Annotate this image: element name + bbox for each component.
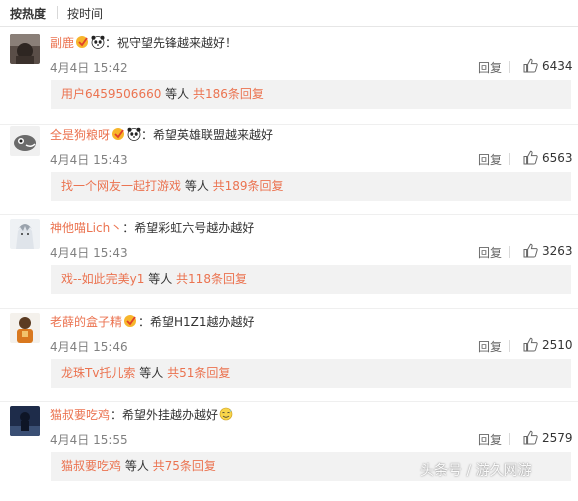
sub-reply-user[interactable]: 找一个网友一起打游戏 bbox=[61, 179, 181, 193]
avatar[interactable] bbox=[10, 34, 40, 64]
comment-username[interactable]: 全是狗粮呀 bbox=[50, 128, 110, 142]
thumbs-up-icon bbox=[523, 243, 538, 258]
reply-button[interactable]: 回复 bbox=[478, 431, 502, 448]
comment-item: 神他喵Lich丶：希望彩虹六号越办越好 4月4日 15:43 回复 3263 戏… bbox=[0, 219, 578, 314]
comment-header: 猫叔要吃鸡：希望外挂越办越好 bbox=[50, 407, 233, 423]
comment-item: 副鹿 ：祝守望先锋越来越好！ 4月4日 15:42 回复 6434 用户64595… bbox=[0, 34, 578, 129]
like-button[interactable]: 6563 bbox=[523, 150, 573, 165]
reply-button[interactable]: 回复 bbox=[478, 338, 502, 355]
comment-text: ：希望英雄联盟越来越好 bbox=[141, 128, 274, 142]
sub-reply-user[interactable]: 戏--如此完美y1 bbox=[61, 272, 144, 286]
sub-replies-box[interactable]: 戏--如此完美y1 等人 共118条回复 bbox=[51, 265, 571, 294]
vip-badge-icon bbox=[76, 35, 90, 49]
sub-reply-count[interactable]: 共186条回复 bbox=[193, 87, 264, 101]
sub-replies-box[interactable]: 龙珠Tv托儿索 等人 共51条回复 bbox=[51, 359, 571, 388]
sub-reply-etc: 等人 bbox=[161, 87, 193, 101]
sub-reply-user[interactable]: 龙珠Tv托儿索 bbox=[61, 366, 135, 380]
like-count: 3263 bbox=[542, 244, 573, 258]
sub-reply-count[interactable]: 共118条回复 bbox=[176, 272, 247, 286]
sub-reply-count[interactable]: 共75条回复 bbox=[153, 459, 216, 473]
action-separator bbox=[509, 246, 510, 258]
comment-divider bbox=[0, 214, 578, 215]
reply-button[interactable]: 回复 bbox=[478, 59, 502, 76]
sub-replies-box[interactable]: 用户6459506660 等人 共186条回复 bbox=[51, 80, 571, 109]
like-count: 6434 bbox=[542, 59, 573, 73]
reply-button[interactable]: 回复 bbox=[478, 151, 502, 168]
comment-item: 老薛的盒子精 ：希望H1Z1越办越好 4月4日 15:46 回复 2510 龙珠T… bbox=[0, 313, 578, 408]
sub-reply-count[interactable]: 共51条回复 bbox=[167, 366, 230, 380]
comment-time: 4月4日 15:43 bbox=[50, 246, 128, 260]
vip-badge-icon bbox=[112, 127, 126, 141]
like-button[interactable]: 2579 bbox=[523, 430, 573, 445]
comment-divider bbox=[0, 401, 578, 402]
comment-header: 神他喵Lich丶：希望彩虹六号越办越好 bbox=[50, 220, 254, 236]
sub-reply-etc: 等人 bbox=[181, 179, 213, 193]
sub-reply-user[interactable]: 猫叔要吃鸡 bbox=[61, 459, 121, 473]
comment-time: 4月4日 15:43 bbox=[50, 153, 128, 167]
like-button[interactable]: 6434 bbox=[523, 58, 573, 73]
avatar[interactable] bbox=[10, 126, 40, 156]
sub-reply-etc: 等人 bbox=[135, 366, 168, 380]
sub-reply-count[interactable]: 共189条回复 bbox=[213, 179, 284, 193]
sort-bar-divider bbox=[0, 26, 578, 27]
comment-text: ：希望彩虹六号越办越好 bbox=[122, 221, 255, 235]
comment-username[interactable]: 猫叔要吃鸡 bbox=[50, 408, 110, 422]
comment-item: 猫叔要吃鸡：希望外挂越办越好 4月4日 15:55 回复 2579 猫叔要吃鸡 … bbox=[0, 406, 578, 501]
panda-icon bbox=[91, 35, 105, 49]
like-count: 6563 bbox=[542, 151, 573, 165]
vip-badge-icon bbox=[124, 314, 138, 328]
sub-reply-etc: 等人 bbox=[121, 459, 153, 473]
sort-by-hot-tab[interactable]: 按热度 bbox=[10, 5, 46, 22]
sub-reply-user[interactable]: 用户6459506660 bbox=[61, 87, 161, 101]
comment-time: 4月4日 15:46 bbox=[50, 340, 128, 354]
comment-divider bbox=[0, 308, 578, 309]
like-count: 2579 bbox=[542, 431, 573, 445]
sub-reply-etc: 等人 bbox=[144, 272, 177, 286]
sub-replies-box[interactable]: 找一个网友一起打游戏 等人 共189条回复 bbox=[51, 172, 571, 201]
avatar[interactable] bbox=[10, 406, 40, 436]
thumbs-up-icon bbox=[523, 150, 538, 165]
sweat-smile-emoji-icon bbox=[219, 407, 233, 421]
panda-icon bbox=[127, 127, 141, 141]
like-button[interactable]: 3263 bbox=[523, 243, 573, 258]
comment-username[interactable]: 神他喵Lich丶 bbox=[50, 221, 122, 235]
like-button[interactable]: 2510 bbox=[523, 337, 573, 352]
watermark: 头条号 / 游久网游 bbox=[420, 463, 532, 479]
action-separator bbox=[509, 153, 510, 165]
comment-divider bbox=[0, 124, 578, 125]
comment-text: ：希望H1Z1越办越好 bbox=[138, 315, 255, 329]
comment-text: ：祝守望先锋越来越好！ bbox=[105, 36, 238, 50]
action-separator bbox=[509, 340, 510, 352]
sort-separator bbox=[57, 6, 58, 19]
thumbs-up-icon bbox=[523, 337, 538, 352]
action-separator bbox=[509, 433, 510, 445]
comment-header: 全是狗粮呀 ：希望英雄联盟越来越好 bbox=[50, 127, 273, 143]
comment-time: 4月4日 15:42 bbox=[50, 61, 128, 75]
sort-by-time-tab[interactable]: 按时间 bbox=[67, 5, 103, 22]
comment-header: 老薛的盒子精 ：希望H1Z1越办越好 bbox=[50, 314, 255, 330]
comment-text: ：希望外挂越办越好 bbox=[110, 408, 219, 422]
comment-header: 副鹿 ：祝守望先锋越来越好！ bbox=[50, 35, 237, 51]
comment-username[interactable]: 老薛的盒子精 bbox=[50, 315, 122, 329]
avatar[interactable] bbox=[10, 313, 40, 343]
action-separator bbox=[509, 61, 510, 73]
sort-bar: 按热度 按时间 bbox=[0, 0, 578, 26]
thumbs-up-icon bbox=[523, 430, 538, 445]
like-count: 2510 bbox=[542, 338, 573, 352]
comment-time: 4月4日 15:55 bbox=[50, 433, 128, 447]
avatar[interactable] bbox=[10, 219, 40, 249]
thumbs-up-icon bbox=[523, 58, 538, 73]
comment-username[interactable]: 副鹿 bbox=[50, 36, 74, 50]
reply-button[interactable]: 回复 bbox=[478, 244, 502, 261]
comment-item: 全是狗粮呀 ：希望英雄联盟越来越好 4月4日 15:43 回复 6563 找一个网… bbox=[0, 126, 578, 221]
